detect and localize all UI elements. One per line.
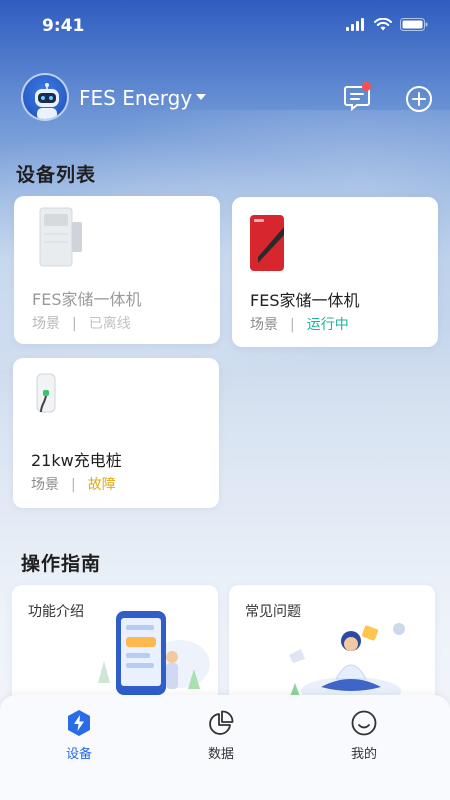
pie-chart-icon xyxy=(209,710,234,735)
guide-card-label: 常见问题 xyxy=(245,604,301,620)
tab-data[interactable]: 数据 xyxy=(186,709,256,762)
device-card[interactable]: FES家储一体机 场景 | 已离线 xyxy=(14,196,220,344)
tab-label: 我的 xyxy=(350,747,377,762)
device-name: FES家储一体机 xyxy=(32,290,142,309)
status-time: 9:41 xyxy=(42,16,85,36)
separator: | xyxy=(290,317,295,333)
device-list-title: 设备列表 xyxy=(16,164,97,186)
signal-icon xyxy=(346,18,364,31)
battery-icon xyxy=(400,18,428,31)
scene-label: 场景 xyxy=(31,477,59,493)
plus-circle-icon[interactable] xyxy=(405,85,433,113)
smile-face-icon xyxy=(351,710,377,736)
charger-device-image xyxy=(36,373,56,413)
device-card[interactable]: 21kw充电桩 场景 | 故障 xyxy=(13,358,219,508)
status-bar: 9:41 xyxy=(0,0,450,50)
tab-label: 数据 xyxy=(207,747,234,762)
device-status: 已离线 xyxy=(88,316,131,332)
scene-label: 场景 xyxy=(250,317,278,333)
tab-mine[interactable]: 我的 xyxy=(329,709,399,762)
robot-icon xyxy=(35,83,59,119)
device-status: 运行中 xyxy=(306,317,349,333)
device-meta: 场景 | 运行中 xyxy=(250,314,349,334)
home-storage-device-image xyxy=(250,215,284,271)
caret-down-icon[interactable] xyxy=(196,94,206,101)
device-meta: 场景 | 已离线 xyxy=(32,313,131,333)
separator: | xyxy=(72,316,77,332)
app-header: FES Energy xyxy=(0,70,450,126)
tab-devices[interactable]: 设备 xyxy=(44,709,114,762)
scene-label: 场景 xyxy=(32,316,60,332)
device-meta: 场景 | 故障 xyxy=(31,474,116,494)
home-storage-device-image xyxy=(39,207,82,267)
tab-label: 设备 xyxy=(65,747,92,762)
notification-badge xyxy=(362,82,371,91)
device-status: 故障 xyxy=(87,477,116,493)
separator: | xyxy=(71,477,76,493)
phone-illustration xyxy=(98,611,210,695)
guide-title: 操作指南 xyxy=(21,553,102,575)
bolt-hexagon-icon xyxy=(68,710,90,736)
bottom-tab-bar: 设备 数据 我的 xyxy=(0,695,450,800)
wifi-icon xyxy=(374,18,392,31)
status-icons xyxy=(346,18,428,31)
organization-name[interactable]: FES Energy xyxy=(79,86,192,110)
device-card[interactable]: FES家储一体机 场景 | 运行中 xyxy=(232,197,438,347)
robot-avatar[interactable] xyxy=(21,73,69,121)
device-name: FES家储一体机 xyxy=(250,291,360,310)
device-name: 21kw充电桩 xyxy=(31,451,122,470)
guide-card-label: 功能介绍 xyxy=(28,604,84,620)
